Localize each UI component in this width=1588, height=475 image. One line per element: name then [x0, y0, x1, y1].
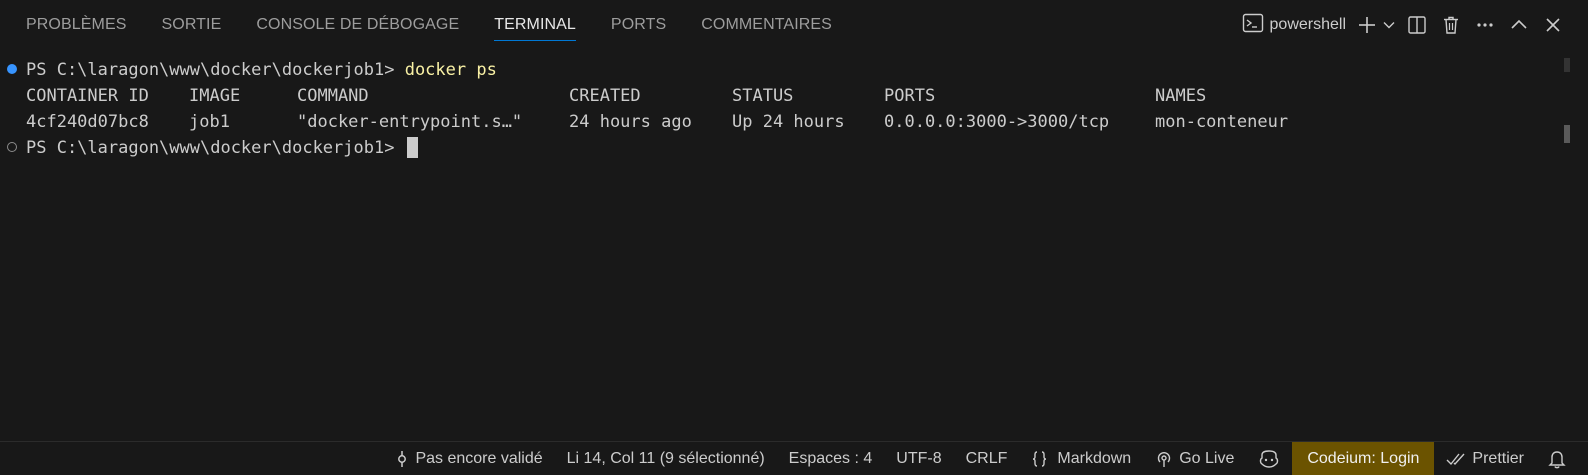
- header-names: NAMES: [1155, 86, 1207, 106]
- add-icon: [1357, 15, 1377, 35]
- header-container-id: CONTAINER ID: [26, 86, 149, 106]
- panel-actions: powershell: [1242, 0, 1588, 50]
- status-indentation[interactable]: Espaces : 4: [777, 442, 885, 475]
- header-command: COMMAND: [297, 86, 369, 106]
- status-position-label: Li 14, Col 11 (9 sélectionné): [566, 449, 765, 467]
- tab-sortie[interactable]: SORTIE: [162, 0, 222, 50]
- kill-terminal-button[interactable]: [1434, 8, 1468, 42]
- docker-table-row: 4cf240d07bc8 job1 "docker-entrypoint.s…"…: [26, 109, 1426, 135]
- shell-name: powershell: [1269, 16, 1346, 33]
- terminal-icon: [1242, 13, 1264, 38]
- status-cursor-position[interactable]: Li 14, Col 11 (9 sélectionné): [555, 442, 777, 475]
- terminal-cursor: [406, 136, 418, 158]
- more-actions-button[interactable]: [1468, 8, 1502, 42]
- split-icon: [1407, 15, 1427, 35]
- status-spaces-label: Espaces : 4: [788, 449, 873, 467]
- tab-terminal[interactable]: TERMINAL: [494, 0, 576, 50]
- terminal-line-command: PS C:\laragon\www\docker\dockerjob1> doc…: [26, 57, 497, 83]
- scrollbar-top-marker: [1564, 58, 1570, 72]
- status-eol[interactable]: CRLF: [954, 442, 1020, 475]
- terminal-launch-profile-button[interactable]: [1378, 8, 1400, 42]
- close-icon: [1543, 15, 1563, 35]
- status-go-live[interactable]: Go Live: [1143, 442, 1246, 475]
- bell-icon: [1548, 449, 1566, 469]
- terminal-scrollbar[interactable]: [1560, 50, 1574, 441]
- status-codeium-login[interactable]: Codeium: Login: [1292, 442, 1435, 475]
- status-validation-label: Pas encore validé: [415, 449, 543, 467]
- cell-image: job1: [189, 112, 230, 132]
- tab-commentaires[interactable]: COMMENTAIRES: [701, 0, 832, 50]
- status-codeium-label: Codeium: Login: [1307, 449, 1420, 467]
- terminal-shell-selector[interactable]: powershell: [1242, 13, 1346, 38]
- maximize-panel-button[interactable]: [1502, 8, 1536, 42]
- cell-names: mon-conteneur: [1155, 112, 1289, 132]
- terminal-output[interactable]: PS C:\laragon\www\docker\dockerjob1> doc…: [0, 50, 1560, 441]
- tab-problemes[interactable]: PROBLÈMES: [26, 0, 127, 50]
- braces-icon: [1031, 450, 1051, 468]
- status-prettier-label: Prettier: [1472, 449, 1524, 467]
- panel-tabs: PROBLÈMES SORTIE CONSOLE DE DÉBOGAGE TER…: [0, 0, 867, 50]
- git-commit-icon: [395, 450, 409, 468]
- status-bar: Pas encore validé Li 14, Col 11 (9 sélec…: [0, 441, 1588, 475]
- command-pending-decoration[interactable]: [7, 142, 17, 152]
- status-prettier[interactable]: Prettier: [1434, 442, 1536, 475]
- add-terminal-button[interactable]: [1356, 8, 1378, 42]
- cell-command: "docker-entrypoint.s…": [297, 112, 523, 132]
- copilot-icon: [1258, 449, 1280, 468]
- command-text: docker ps: [404, 60, 497, 80]
- status-copilot[interactable]: [1246, 442, 1292, 475]
- tab-ports[interactable]: PORTS: [611, 0, 666, 50]
- header-ports: PORTS: [884, 86, 936, 106]
- close-panel-button[interactable]: [1536, 8, 1570, 42]
- cell-ports: 0.0.0.0:3000->3000/tcp: [884, 112, 1110, 132]
- command-success-decoration[interactable]: [7, 64, 17, 74]
- status-encoding[interactable]: UTF-8: [884, 442, 953, 475]
- broadcast-icon: [1155, 450, 1173, 468]
- prompt-text-2: PS C:\laragon\www\docker\dockerjob1>: [26, 138, 405, 158]
- chevron-up-icon: [1509, 15, 1529, 35]
- cell-status: Up 24 hours: [732, 112, 845, 132]
- tab-console-debogage[interactable]: CONSOLE DE DÉBOGAGE: [256, 0, 459, 50]
- status-validation[interactable]: Pas encore validé: [383, 442, 554, 475]
- header-created: CREATED: [569, 86, 641, 106]
- cell-created: 24 hours ago: [569, 112, 692, 132]
- more-icon: [1475, 15, 1495, 35]
- cell-container-id: 4cf240d07bc8: [26, 112, 149, 132]
- trash-icon: [1441, 15, 1461, 35]
- status-eol-label: CRLF: [965, 449, 1008, 467]
- scrollbar-position-marker: [1564, 125, 1570, 143]
- status-language-label: Markdown: [1057, 449, 1132, 467]
- terminal-line-prompt: PS C:\laragon\www\docker\dockerjob1>: [26, 135, 418, 161]
- status-notifications[interactable]: [1536, 442, 1588, 475]
- panel-header: PROBLÈMES SORTIE CONSOLE DE DÉBOGAGE TER…: [0, 0, 1588, 50]
- header-image: IMAGE: [189, 86, 241, 106]
- split-terminal-button[interactable]: [1400, 8, 1434, 42]
- status-encoding-label: UTF-8: [896, 449, 942, 467]
- status-language-mode[interactable]: Markdown: [1019, 442, 1143, 475]
- chevron-down-icon: [1382, 18, 1396, 32]
- prompt-text: PS C:\laragon\www\docker\dockerjob1>: [26, 60, 405, 80]
- status-golive-label: Go Live: [1179, 449, 1235, 467]
- header-status: STATUS: [732, 86, 794, 106]
- docker-table-header: CONTAINER ID IMAGE COMMAND CREATED STATU…: [26, 83, 1426, 109]
- double-check-icon: [1446, 451, 1466, 467]
